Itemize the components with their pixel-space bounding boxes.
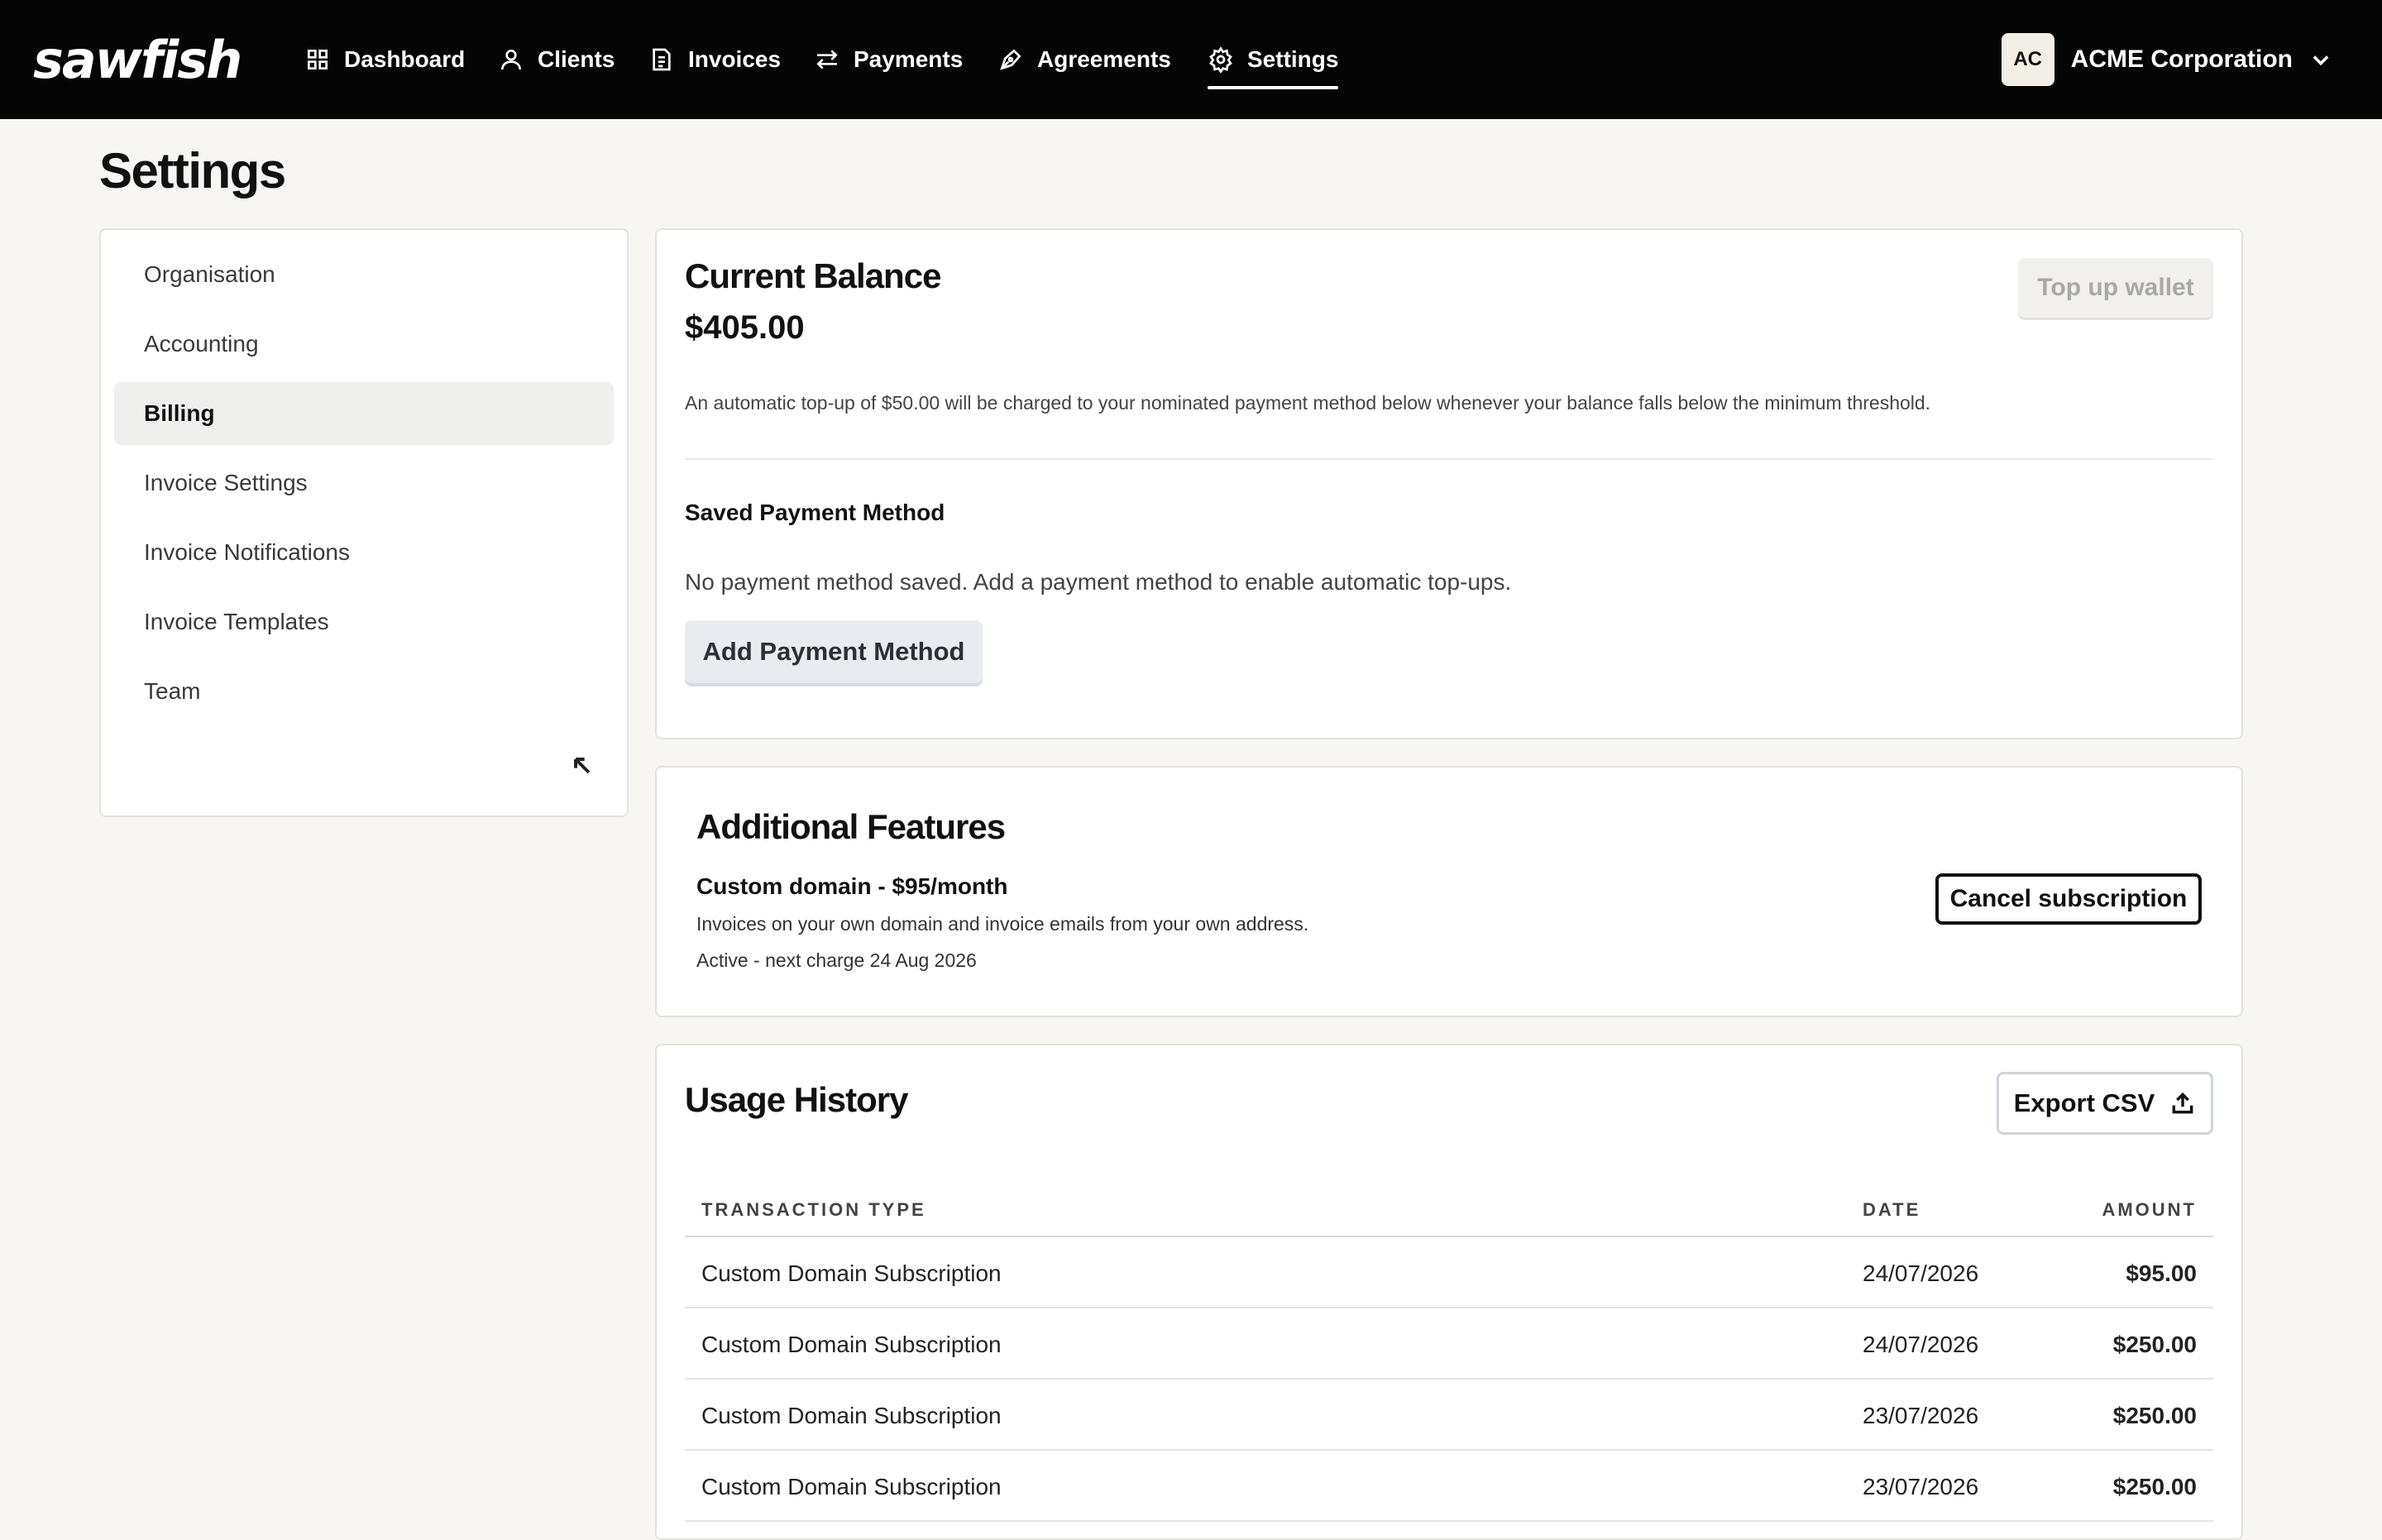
collapse-sidebar-icon[interactable] bbox=[569, 753, 596, 779]
sidebar-item-accounting[interactable]: Accounting bbox=[114, 313, 614, 375]
sidebar-item-invoice-templates[interactable]: Invoice Templates bbox=[114, 591, 614, 653]
usage-history-table: TRANSACTION TYPE DATE AMOUNT Custom Doma… bbox=[685, 1178, 2213, 1522]
column-header-amount[interactable]: AMOUNT bbox=[2102, 1199, 2197, 1221]
nav-item-payments[interactable]: Payments bbox=[814, 36, 963, 83]
saved-payment-method-title: Saved Payment Method bbox=[685, 500, 945, 525]
transaction-type-cell: Custom Domain Subscription bbox=[701, 1474, 1002, 1499]
balance-amount: $405.00 bbox=[685, 309, 805, 346]
nav-item-label: Clients bbox=[538, 46, 615, 72]
nav-item-label: Invoices bbox=[688, 46, 782, 72]
grid-icon bbox=[308, 49, 328, 69]
nav-item-settings[interactable]: Settings bbox=[1208, 36, 1339, 89]
avatar: AC bbox=[2001, 33, 2054, 86]
date-cell: 24/07/2026 bbox=[1863, 1260, 1979, 1286]
feature-description: Invoices on your own domain and invoice … bbox=[696, 913, 1309, 935]
transaction-type-cell: Custom Domain Subscription bbox=[701, 1332, 1002, 1357]
date-cell: 23/07/2026 bbox=[1863, 1403, 1979, 1428]
table-header-row: TRANSACTION TYPE DATE AMOUNT bbox=[685, 1178, 2213, 1237]
sidebar-item-invoice-settings[interactable]: Invoice Settings bbox=[114, 452, 614, 514]
amount-cell: $250.00 bbox=[2112, 1474, 2197, 1499]
pen-icon bbox=[1000, 49, 1021, 70]
upload-icon bbox=[2172, 1092, 2193, 1114]
column-header-date[interactable]: DATE bbox=[1863, 1199, 1920, 1221]
date-cell: 23/07/2026 bbox=[1863, 1474, 1979, 1499]
nav-item-label: Agreements bbox=[1037, 46, 1171, 72]
page-title: Settings bbox=[99, 143, 286, 198]
chevron-down-icon bbox=[2313, 55, 2329, 66]
amount-cell: $95.00 bbox=[2126, 1260, 2197, 1286]
date-cell: 24/07/2026 bbox=[1863, 1332, 1979, 1357]
nav-item-agreements[interactable]: Agreements bbox=[997, 36, 1171, 83]
divider bbox=[685, 458, 2213, 460]
nav-item-label: Settings bbox=[1247, 46, 1339, 72]
nav-item-dashboard[interactable]: Dashboard bbox=[304, 36, 465, 83]
export-csv-button[interactable]: Export CSV bbox=[1997, 1072, 2213, 1135]
amount-cell: $250.00 bbox=[2112, 1332, 2197, 1357]
sidebar-item-invoice-notifications[interactable]: Invoice Notifications bbox=[114, 521, 614, 584]
table-row[interactable]: Custom Domain Subscription 23/07/2026 $2… bbox=[685, 1451, 2213, 1522]
usage-history-card: Usage History Export CSV TRANSACTION TYP… bbox=[655, 1044, 2243, 1540]
column-header-transaction-type[interactable]: TRANSACTION TYPE bbox=[701, 1199, 926, 1221]
no-payment-method-text: No payment method saved. Add a payment m… bbox=[685, 569, 1512, 595]
feature-name: Custom domain - $95/month bbox=[696, 873, 1008, 899]
transaction-type-cell: Custom Domain Subscription bbox=[701, 1403, 1002, 1428]
top-navigation-bar: sawfish Dashboard Clients Invoices Payme… bbox=[0, 0, 2382, 119]
add-payment-method-button[interactable]: Add Payment Method bbox=[685, 620, 983, 683]
export-csv-label: Export CSV bbox=[2013, 1088, 2155, 1117]
organisation-switcher[interactable]: AC ACME Corporation bbox=[2001, 33, 2332, 86]
invoice-icon bbox=[653, 48, 671, 71]
transaction-type-cell: Custom Domain Subscription bbox=[701, 1260, 1002, 1286]
nav-item-label: Payments bbox=[854, 46, 964, 72]
section-title: Additional Features bbox=[696, 807, 1006, 846]
arrows-icon bbox=[816, 50, 838, 69]
user-icon bbox=[501, 50, 521, 70]
top-up-wallet-button[interactable]: Top up wallet bbox=[2018, 258, 2213, 318]
feature-status: Active - next charge 24 Aug 2026 bbox=[696, 949, 977, 971]
nav-item-label: Dashboard bbox=[344, 46, 466, 72]
nav-item-invoices[interactable]: Invoices bbox=[648, 36, 781, 83]
nav-item-clients[interactable]: Clients bbox=[498, 36, 615, 83]
organisation-name: ACME Corporation bbox=[2070, 45, 2293, 73]
cancel-subscription-button[interactable]: Cancel subscription bbox=[1935, 873, 2202, 925]
table-row[interactable]: Custom Domain Subscription 24/07/2026 $2… bbox=[685, 1308, 2213, 1380]
section-title: Current Balance bbox=[685, 256, 941, 295]
amount-cell: $250.00 bbox=[2112, 1403, 2197, 1428]
sidebar-item-organisation[interactable]: Organisation bbox=[114, 243, 614, 306]
auto-top-up-info: An automatic top-up of $50.00 will be ch… bbox=[685, 392, 1931, 414]
section-title: Usage History bbox=[685, 1080, 908, 1119]
sidebar-item-team[interactable]: Team bbox=[114, 660, 614, 723]
sidebar-item-billing[interactable]: Billing bbox=[114, 382, 614, 445]
sawfish-logo[interactable]: sawfish bbox=[33, 31, 242, 89]
current-balance-card: Current Balance $405.00 Top up wallet An… bbox=[655, 228, 2243, 739]
table-row[interactable]: Custom Domain Subscription 23/07/2026 $2… bbox=[685, 1380, 2213, 1451]
settings-sidebar: Organisation Accounting Billing Invoice … bbox=[99, 228, 629, 817]
additional-features-card: Additional Features Custom domain - $95/… bbox=[655, 766, 2243, 1017]
gear-icon bbox=[1209, 46, 1232, 73]
table-row[interactable]: Custom Domain Subscription 24/07/2026 $9… bbox=[685, 1237, 2213, 1308]
